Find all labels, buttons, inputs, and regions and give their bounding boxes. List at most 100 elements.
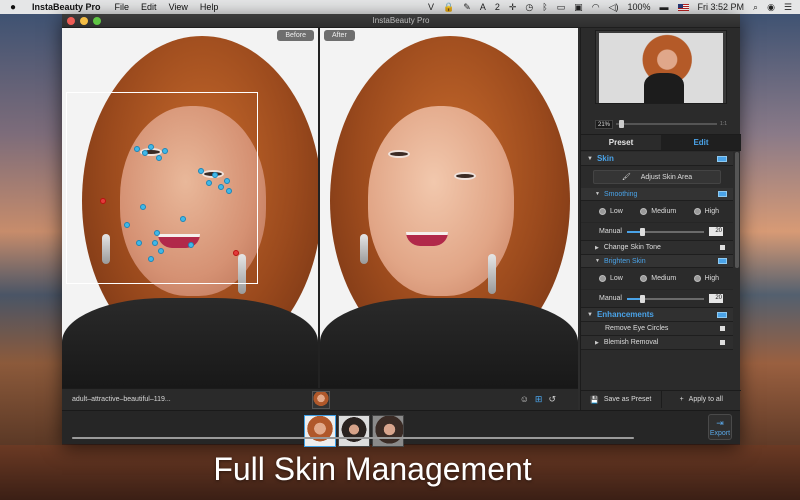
brighten-slider-knob[interactable] (640, 294, 646, 303)
landmark-point[interactable] (198, 168, 204, 174)
thumbnail-strip: ⇥ Export (62, 410, 740, 447)
crosshair-icon[interactable]: ✛ (509, 2, 517, 13)
before-image-pane[interactable]: Before (62, 28, 318, 388)
landmark-point[interactable] (212, 172, 218, 178)
after-button[interactable]: After (324, 30, 355, 41)
blemish-removal-toggle[interactable] (720, 340, 725, 345)
smoothing-slider-knob[interactable] (640, 227, 646, 236)
save-as-preset-button[interactable]: 💾 Save as Preset (581, 391, 662, 408)
brighten-toggle[interactable] (718, 258, 727, 264)
smoothing-low-radio[interactable]: Low (599, 208, 623, 215)
smoothing-value-field[interactable]: 20 (709, 227, 723, 236)
landmark-point[interactable] (154, 230, 160, 236)
siri-icon[interactable]: ◉ (767, 2, 775, 13)
thumbnail-item[interactable] (304, 415, 336, 447)
blemish-removal-row[interactable]: ▶ Blemish Removal (581, 336, 733, 350)
brighten-value-field[interactable]: 20 (709, 294, 723, 303)
zoom-value[interactable]: 21% (595, 119, 614, 129)
evernote-icon[interactable]: ✎ (463, 2, 471, 13)
section-skin[interactable]: ▼ Skin (581, 152, 733, 166)
volume-icon[interactable]: ◁) (609, 2, 619, 13)
vectorize-icon[interactable]: V (428, 2, 434, 12)
apple-icon[interactable]: ● (10, 2, 20, 13)
landmark-point[interactable] (148, 144, 154, 150)
lock-icon[interactable]: 🔒 (443, 2, 454, 13)
landmark-point[interactable] (162, 148, 168, 154)
export-label: Export (709, 429, 731, 437)
change-skin-tone-toggle[interactable] (720, 245, 725, 250)
tab-edit[interactable]: Edit (661, 135, 741, 150)
menubar-clock[interactable]: Fri 3:52 PM (698, 2, 745, 12)
skin-toggle[interactable] (717, 155, 727, 162)
strip-scroll-track[interactable] (72, 437, 634, 439)
landmark-point[interactable] (136, 240, 142, 246)
menu-help[interactable]: Help (200, 2, 219, 12)
zoom-slider[interactable] (616, 120, 718, 128)
smoothing-slider[interactable] (626, 227, 704, 236)
adjust-skin-area-button[interactable]: 🖌 Adjust Skin Area (593, 170, 721, 184)
landmark-point[interactable] (218, 184, 224, 190)
thumbnail-item[interactable] (338, 415, 370, 447)
menu-edit[interactable]: Edit (141, 2, 157, 12)
before-button[interactable]: Before (277, 30, 314, 41)
landmark-point[interactable] (180, 216, 186, 222)
menu-file[interactable]: File (115, 2, 130, 12)
section-enhancements[interactable]: ▼ Enhancements (581, 308, 733, 322)
tab-preset[interactable]: Preset (581, 135, 661, 150)
landmark-point[interactable] (226, 188, 232, 194)
search-icon[interactable]: ⌕ (753, 2, 758, 13)
landmark-point[interactable] (158, 248, 164, 254)
after-image-pane[interactable]: After (320, 28, 578, 388)
wifi-icon[interactable]: ◠ (592, 2, 600, 13)
landmark-point[interactable] (156, 155, 162, 161)
keyboard-icon[interactable]: ▭ (557, 2, 566, 13)
desktop-wallpaper-right (740, 12, 800, 500)
notification-count[interactable]: 2 (495, 2, 500, 12)
time-machine-icon[interactable]: ◷ (525, 2, 533, 13)
brighten-slider[interactable] (626, 294, 704, 303)
thumbnail-item[interactable] (372, 415, 404, 447)
split-view-icon[interactable]: ⊞ (535, 394, 543, 405)
airplay-icon[interactable]: ▣ (574, 2, 583, 13)
navigator-preview[interactable] (595, 30, 727, 104)
landmark-point-red[interactable] (100, 198, 106, 204)
subsection-brighten-skin[interactable]: ▼ Brighten Skin (581, 255, 733, 268)
current-image-thumbnail[interactable] (312, 391, 330, 409)
brighten-medium-radio[interactable]: Medium (640, 275, 676, 282)
us-flag-icon[interactable] (677, 3, 689, 11)
landmark-point-red[interactable] (233, 250, 239, 256)
landmark-point[interactable] (134, 146, 140, 152)
notification-center-icon[interactable]: ☰ (784, 2, 792, 13)
brighten-low-radio[interactable]: Low (599, 275, 623, 282)
adobe-icon[interactable]: A (480, 2, 486, 12)
landmark-point[interactable] (188, 242, 194, 248)
landmark-point[interactable] (142, 150, 148, 156)
remove-eye-circles-toggle[interactable] (720, 326, 725, 331)
smoothing-medium-radio[interactable]: Medium (640, 208, 676, 215)
change-skin-tone-row[interactable]: ▶ Change Skin Tone (581, 241, 733, 255)
landmark-point[interactable] (152, 240, 158, 246)
bluetooth-icon[interactable]: ᛒ (542, 2, 547, 12)
menu-app-name[interactable]: InstaBeauty Pro (32, 2, 101, 12)
smoothing-high-radio[interactable]: High (693, 208, 719, 215)
smoothing-toggle[interactable] (718, 191, 727, 197)
landmark-point[interactable] (140, 204, 146, 210)
remove-eye-circles-row[interactable]: Remove Eye Circles (581, 322, 733, 336)
zoom-slider-knob[interactable] (619, 120, 625, 128)
battery-percent[interactable]: 100% (627, 2, 650, 12)
brighten-high-radio[interactable]: High (693, 275, 719, 282)
subsection-smoothing[interactable]: ▼ Smoothing (581, 188, 733, 201)
landmark-point[interactable] (224, 178, 230, 184)
landmark-point[interactable] (124, 222, 130, 228)
strip-scroll-thumb[interactable] (72, 437, 634, 439)
menu-view[interactable]: View (169, 2, 188, 12)
face-detect-icon[interactable]: ☺ (520, 394, 529, 405)
landmark-point[interactable] (206, 180, 212, 186)
export-button[interactable]: ⇥ Export (708, 414, 732, 440)
landmark-point[interactable] (148, 256, 154, 262)
settings-scrollbar[interactable] (735, 152, 739, 268)
rotate-icon[interactable]: ↺ (548, 394, 556, 405)
enhancements-toggle[interactable] (717, 311, 727, 318)
apply-to-all-button[interactable]: + Apply to all (662, 391, 742, 408)
battery-icon[interactable]: ▬ (660, 2, 669, 12)
